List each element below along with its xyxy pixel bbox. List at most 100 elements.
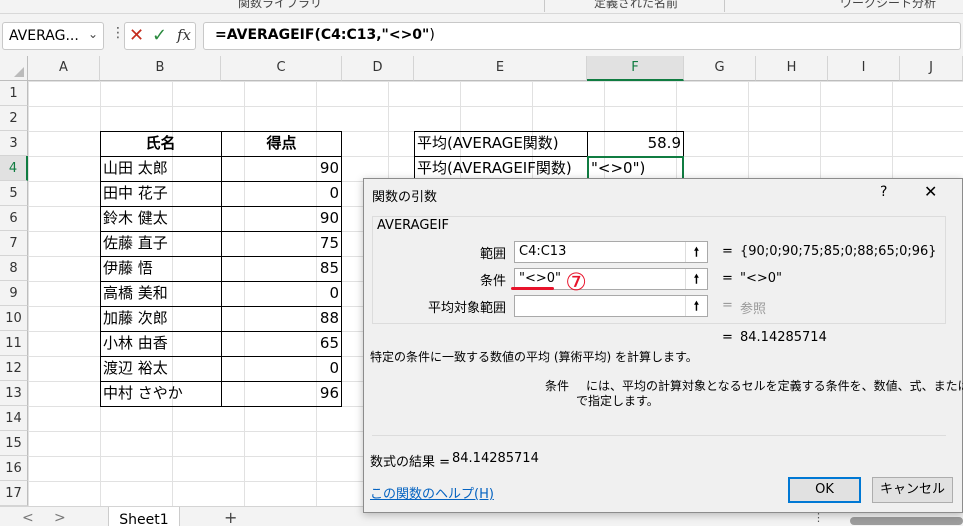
collapse-dialog-icon[interactable]: 🠕 [685, 296, 707, 316]
name-box[interactable]: AVERAG... ⌄ [2, 22, 104, 50]
formula-close-paren: ) [429, 27, 435, 43]
ok-button[interactable]: OK [788, 477, 861, 503]
function-help-link[interactable]: この関数のヘルプ(H) [370, 483, 494, 502]
arg-label-range: 範囲 [479, 247, 506, 262]
close-icon[interactable]: ✕ [924, 182, 937, 201]
row-header-16[interactable]: 16 [0, 456, 28, 481]
ribbon-label-formula-auditing: ワークシート分析 [840, 0, 937, 10]
row-header-14[interactable]: 14 [0, 406, 28, 431]
header-name: 氏名 [145, 134, 176, 152]
prev-sheet-icon[interactable]: < [22, 510, 34, 526]
equals-sign: = [722, 244, 733, 259]
column-header-b[interactable]: B [100, 56, 221, 81]
chevron-down-icon[interactable]: ⌄ [88, 27, 98, 41]
more-vertical-icon[interactable]: ⋮ [111, 25, 125, 41]
column-header-d[interactable]: D [342, 56, 414, 81]
formula-input[interactable]: =AVERAGEIF(C4:C13,"<>0") [203, 22, 961, 50]
function-result-value: 84.14285714 [740, 330, 827, 345]
arg-input-range[interactable]: C4:C13 🠕 [514, 241, 708, 263]
column-header-j[interactable]: J [900, 56, 963, 81]
arg-label-criteria: 条件 [479, 274, 506, 289]
arg-label-average-range: 平均対象範囲 [427, 301, 506, 316]
arg-result-criteria: "<>0" [740, 271, 783, 286]
formula-text: =AVERAGEIF(C4:C13,"<>0") [215, 27, 435, 43]
select-all-corner[interactable] [0, 56, 28, 81]
score-value: 96 [319, 384, 339, 402]
insert-function-fx-icon[interactable]: fx [177, 26, 191, 44]
row-header-2[interactable]: 2 [0, 106, 28, 131]
name-value: 佐藤 直子 [103, 234, 168, 252]
column-header-h[interactable]: H [756, 56, 828, 81]
row-header-1[interactable]: 1 [0, 81, 28, 106]
formula-buttons: ✕ ✓ fx [124, 22, 196, 50]
name-value: 山田 太郎 [103, 159, 168, 177]
horizontal-scrollbar[interactable] [850, 517, 963, 525]
name-value: 伊藤 悟 [103, 259, 153, 277]
row-header-12[interactable]: 12 [0, 356, 28, 381]
help-icon[interactable]: ? [880, 184, 887, 200]
row-header-11[interactable]: 11 [0, 331, 28, 356]
column-header-g[interactable]: G [684, 56, 756, 81]
column-header-a[interactable]: A [28, 56, 100, 81]
column-header-e[interactable]: E [414, 56, 587, 81]
name-value: 加藤 次郎 [103, 309, 168, 327]
column-header-c[interactable]: C [221, 56, 342, 81]
row-header-5[interactable]: 5 [0, 181, 28, 206]
row-header-13[interactable]: 13 [0, 381, 28, 406]
cancel-x-icon[interactable]: ✕ [129, 25, 144, 46]
score-value: 0 [329, 184, 339, 202]
arg-help-name: 条件 [545, 379, 570, 393]
header-score: 得点 [266, 134, 297, 152]
divider [372, 435, 946, 436]
formula-args: C4:C13,"<>0" [320, 27, 430, 43]
row-header-4[interactable]: 4 [0, 156, 28, 181]
ribbon-separator [724, 0, 725, 12]
row-header-15[interactable]: 15 [0, 431, 28, 456]
arg-result-range: {90;0;90;75;85;0;88;65;0;96} [740, 244, 937, 259]
row-header-7[interactable]: 7 [0, 231, 28, 256]
arg-value-criteria: "<>0" [519, 271, 562, 286]
score-value: 85 [319, 259, 339, 277]
annotation-underline [511, 287, 554, 290]
annotation-marker: ⑦ [565, 268, 587, 296]
arg-input-average-range[interactable]: 🠕 [514, 295, 708, 317]
collapse-dialog-icon[interactable]: 🠕 [685, 269, 707, 289]
equals-sign: = [722, 298, 733, 313]
enter-check-icon[interactable]: ✓ [152, 25, 167, 46]
name-value: 渡辺 裕太 [103, 359, 168, 377]
row-header-6[interactable]: 6 [0, 206, 28, 231]
row-header-10[interactable]: 10 [0, 306, 28, 331]
function-name: AVERAGEIF [377, 218, 449, 233]
formula-result-value: 84.14285714 [452, 451, 539, 466]
add-sheet-icon[interactable]: + [224, 508, 237, 526]
sheet-tab-sheet1[interactable]: Sheet1 [108, 507, 180, 526]
arg-result-average-range: 参照 [740, 302, 767, 317]
summary-label-average: 平均(AVERAGE関数) [417, 134, 559, 152]
name-value: 小林 由香 [103, 334, 168, 352]
function-description: 特定の条件に一致する数値の平均 (算術平均) を計算します。 [370, 350, 698, 364]
row-header-17[interactable]: 17 [0, 481, 28, 506]
formula-bar: AVERAG... ⌄ ⋮ ✕ ✓ fx =AVERAGEIF(C4:C13,"… [0, 14, 963, 56]
name-value: 高橋 美和 [103, 284, 168, 302]
score-value: 90 [319, 209, 339, 227]
ribbon-label-defined-names: 定義された名前 [594, 0, 679, 10]
row-header-8[interactable]: 8 [0, 256, 28, 281]
name-value: 田中 花子 [103, 184, 168, 202]
excel-window: 関数ライブラリ 定義された名前 ワークシート分析 AVERAG... ⌄ ⋮ ✕… [0, 0, 963, 526]
score-value: 0 [329, 284, 339, 302]
row-header-9[interactable]: 9 [0, 281, 28, 306]
arg-help-text-line2: で指定します。 [576, 394, 659, 408]
next-sheet-icon[interactable]: > [54, 510, 66, 526]
formula-function: =AVERAGEIF( [215, 27, 321, 43]
ribbon-label-function-library: 関数ライブラリ [238, 0, 323, 10]
score-value: 65 [319, 334, 339, 352]
summary-value-average: 58.9 [647, 134, 681, 152]
collapse-dialog-icon[interactable]: 🠕 [685, 242, 707, 262]
score-value: 90 [319, 159, 339, 177]
cancel-button[interactable]: キャンセル [872, 477, 953, 503]
function-arguments-dialog: 関数の引数 ? ✕ AVERAGEIF 範囲 C4:C13 🠕 = {90;0;… [363, 178, 963, 513]
column-header-i[interactable]: I [828, 56, 900, 81]
column-header-f[interactable]: F [587, 56, 684, 81]
row-header-3[interactable]: 3 [0, 131, 28, 156]
formula-result-label: 数式の結果 = [370, 455, 451, 470]
